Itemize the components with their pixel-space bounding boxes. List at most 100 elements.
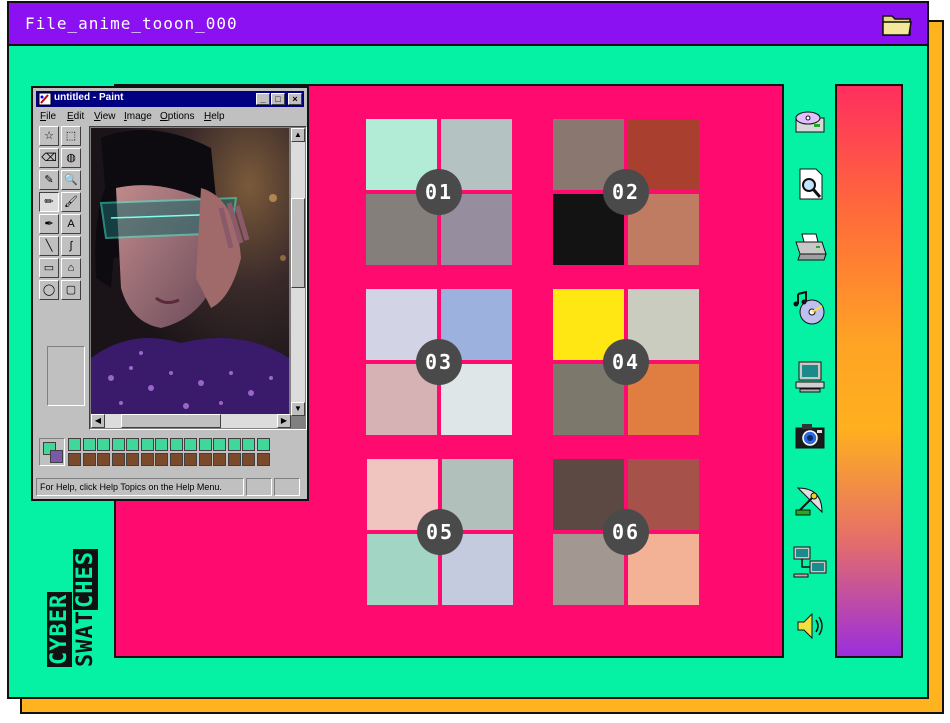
paint-tool-2[interactable]: ⌫ [39,148,59,168]
menu-item-3[interactable]: Image [124,111,152,122]
status-coords-box [246,478,272,496]
palette-color[interactable] [82,438,96,451]
paint-tool-10[interactable]: ╲ [39,236,59,256]
menu-item-0[interactable]: File [40,111,56,122]
desktop-icon-column [786,92,832,652]
palette-color[interactable] [82,453,96,466]
palette-color[interactable] [169,438,183,451]
color-palette [36,436,270,470]
brand-vertical-title: CYBER SWATCHES [47,517,100,667]
music-cd-icon[interactable] [792,290,828,326]
palette-color[interactable] [140,453,154,466]
paint-window[interactable]: untitled - Paint _ □ × File Edit View Image… [31,86,309,501]
camera-icon[interactable] [792,418,828,454]
folder-icon[interactable] [881,11,913,37]
scroll-up-button[interactable]: ▲ [291,128,305,142]
find-document-icon[interactable] [792,166,828,202]
swatch-number-badge: 06 [603,509,649,555]
paint-tool-1[interactable]: ⬚ [61,126,81,146]
swatch-group-03[interactable]: 03 [366,289,512,435]
palette-color[interactable] [227,453,241,466]
paint-tool-0[interactable]: ☆ [39,126,59,146]
paint-canvas-area[interactable]: ▲ ▼ ◀ ▶ [89,126,307,430]
horizontal-scrollbar[interactable]: ◀ ▶ [91,414,291,428]
swatch-number-badge: 01 [416,169,462,215]
paint-tool-11[interactable]: ∫ [61,236,81,256]
cd-drive-icon[interactable] [792,104,828,140]
palette-color[interactable] [213,453,226,466]
palette-color[interactable] [256,438,270,451]
horizontal-scroll-thumb[interactable] [121,414,221,428]
computer-icon[interactable] [792,358,828,394]
paint-tool-12[interactable]: ▭ [39,258,59,278]
swatch-number-badge: 03 [416,339,462,385]
palette-color[interactable] [242,453,255,466]
scroll-down-button[interactable]: ▼ [291,402,305,416]
swatch-number-badge: 04 [603,339,649,385]
paint-tool-7[interactable]: 🖌 [61,192,81,212]
palette-color[interactable] [227,438,241,451]
swatch-group-06[interactable]: 06 [553,459,699,605]
paint-tool-6[interactable]: ✏ [39,192,59,212]
paint-tool-13[interactable]: ⌂ [61,258,81,278]
menu-item-1[interactable]: Edit [67,111,84,122]
palette-color[interactable] [111,438,125,451]
menu-item-4[interactable]: Options [160,111,194,122]
paint-tool-9[interactable]: A [61,214,81,234]
palette-color[interactable] [140,438,154,451]
maximize-button[interactable]: □ [271,93,285,105]
printer-icon[interactable] [792,228,828,264]
canvas-image[interactable] [91,128,289,416]
paint-tool-15[interactable]: ▢ [61,280,81,300]
palette-color[interactable] [198,438,212,451]
brand-word-2: SWATCHES [73,549,98,667]
palette-color[interactable] [256,453,270,466]
palette-color[interactable] [97,438,110,451]
palette-color[interactable] [97,453,110,466]
palette-color[interactable] [68,438,81,451]
palette-color[interactable] [155,438,168,451]
swatch-number-badge: 02 [603,169,649,215]
gradient-bar [835,84,903,658]
swatch-group-04[interactable]: 04 [553,289,699,435]
vertical-scrollbar[interactable]: ▲ ▼ [291,128,305,416]
speaker-icon[interactable] [792,608,828,644]
palette-color[interactable] [198,453,212,466]
paint-app-icon [38,92,52,106]
palette-color[interactable] [155,453,168,466]
paint-tool-3[interactable]: ◍ [61,148,81,168]
swatch-number-badge: 05 [417,509,463,555]
satellite-dish-icon[interactable] [792,482,828,518]
palette-color[interactable] [184,438,197,451]
status-text: For Help, click Help Topics on the Help … [36,478,244,496]
vertical-scroll-thumb[interactable] [291,198,305,288]
paint-toolbox: ☆ ⬚ ⌫ ◍ ✎ 🔍 ✏ 🖌 ✒ A ╲ ∫ ▭ ⌂ ◯ ▢ [39,126,85,414]
tool-options-box[interactable] [47,346,85,406]
palette-color[interactable] [213,438,226,451]
close-button[interactable]: × [288,93,302,105]
swatch-group-01[interactable]: 01 [366,119,512,265]
palette-color[interactable] [68,453,81,466]
paint-tool-8[interactable]: ✒ [39,214,59,234]
scroll-left-button[interactable]: ◀ [91,414,105,428]
menu-item-2[interactable]: View [94,111,116,122]
palette-color[interactable] [126,453,139,466]
paint-tool-5[interactable]: 🔍 [61,170,81,190]
swatch-group-02[interactable]: 02 [553,119,699,265]
palette-color[interactable] [242,438,255,451]
swatch-group-05[interactable]: 05 [367,459,513,605]
paint-tool-4[interactable]: ✎ [39,170,59,190]
network-computers-icon[interactable] [792,544,828,580]
palette-color[interactable] [126,438,139,451]
window-titlebar[interactable]: File_anime_tooon_000 [9,3,927,46]
palette-color[interactable] [184,453,197,466]
menu-item-5[interactable]: Help [204,111,225,122]
paint-titlebar[interactable]: untitled - Paint _ □ × [36,91,304,107]
minimize-button[interactable]: _ [256,93,270,105]
current-colors[interactable] [39,438,65,466]
palette-color[interactable] [169,453,183,466]
background-color[interactable] [50,450,63,463]
paint-tool-14[interactable]: ◯ [39,280,59,300]
palette-color[interactable] [111,453,125,466]
scroll-right-button[interactable]: ▶ [277,414,291,428]
